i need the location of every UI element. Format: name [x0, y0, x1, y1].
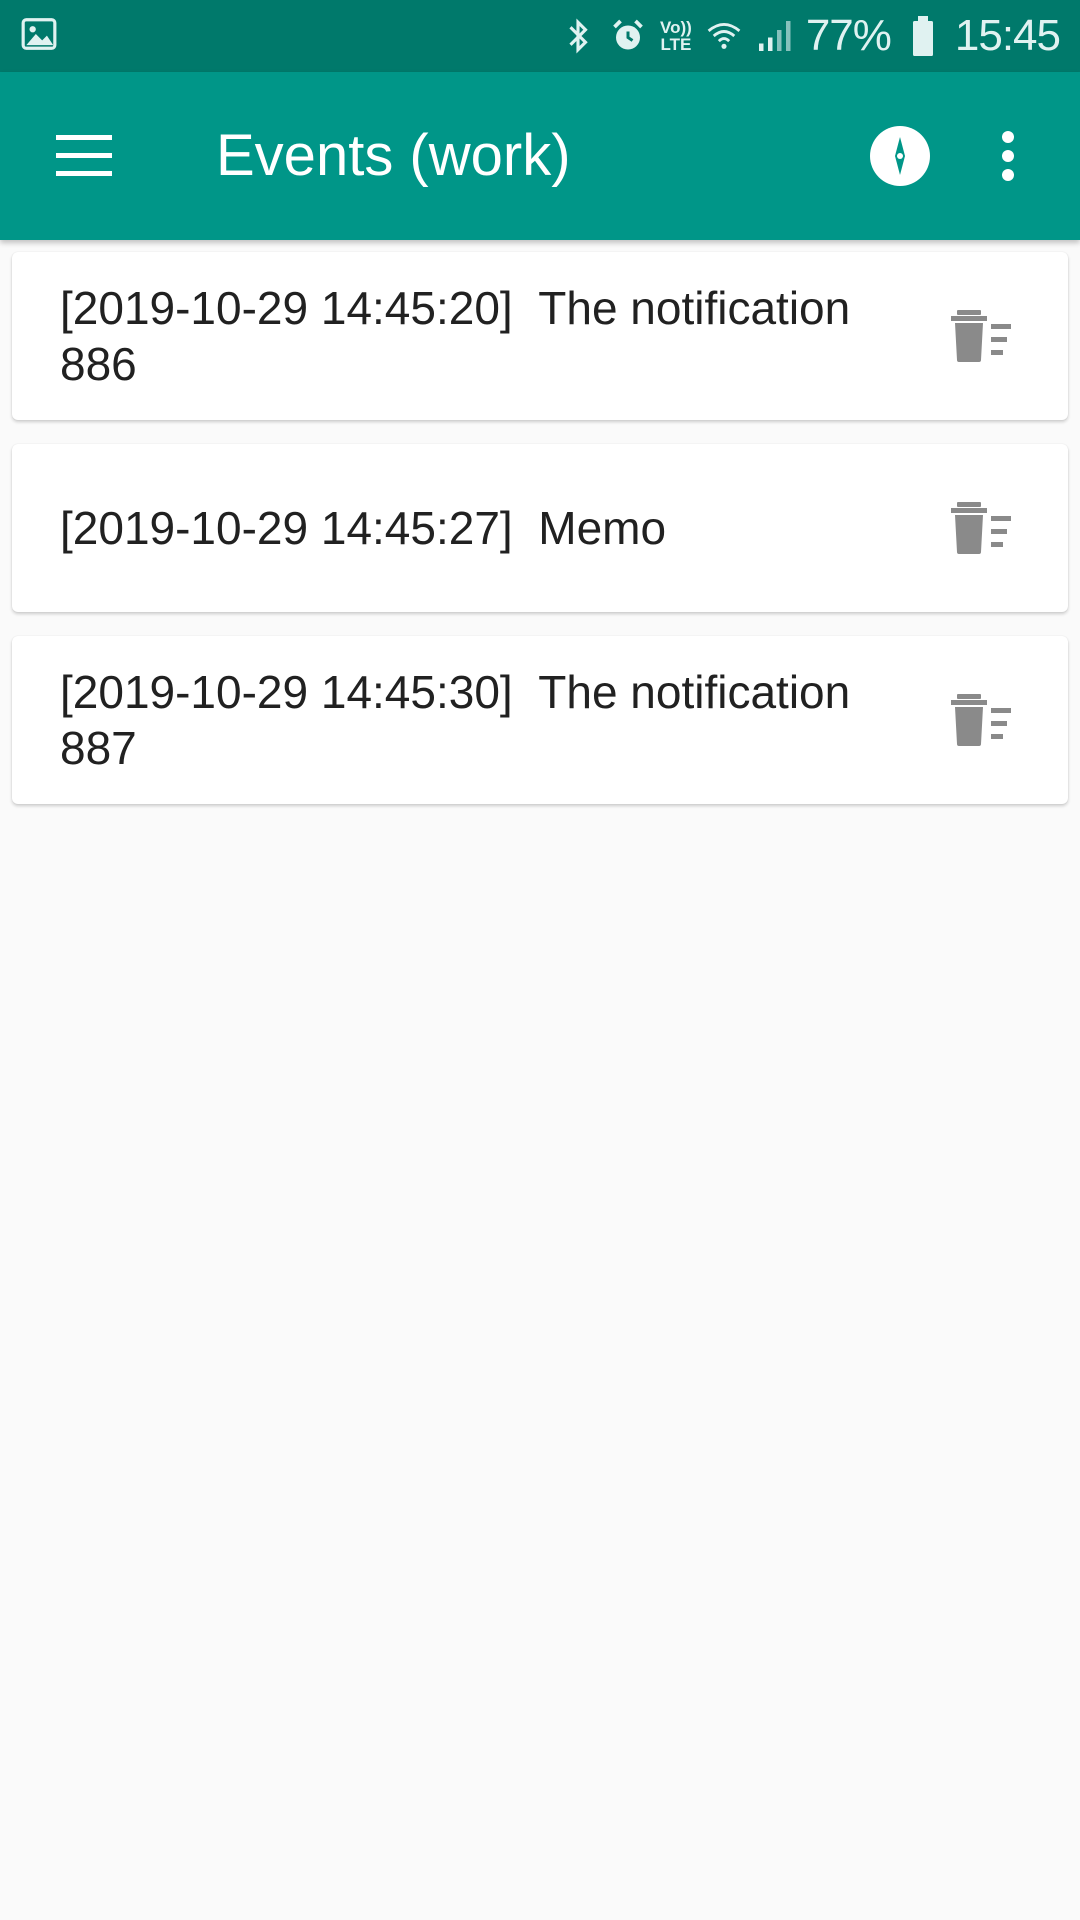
volte-icon: Vo)) LTE: [660, 18, 692, 54]
delete-sweep-icon[interactable]: [942, 296, 1022, 376]
gallery-icon: [20, 15, 58, 58]
event-text: [2019-10-29 14:45:30] The notification 8…: [60, 664, 920, 776]
app-bar: Events (work): [0, 72, 1080, 240]
more-vert-icon[interactable]: [968, 116, 1048, 196]
event-card[interactable]: [2019-10-29 14:45:20] The notification 8…: [12, 252, 1068, 420]
battery-percent: 77%: [805, 11, 892, 60]
delete-sweep-icon[interactable]: [942, 680, 1022, 760]
event-message: Memo: [538, 502, 667, 554]
bluetooth-icon: [560, 18, 596, 54]
event-timestamp: [2019-10-29 14:45:27]: [60, 502, 513, 554]
event-text: [2019-10-29 14:45:20] The notification 8…: [60, 280, 920, 392]
clock: 15:45: [954, 11, 1061, 60]
event-card[interactable]: [2019-10-29 14:45:27] Memo: [12, 444, 1068, 612]
event-card[interactable]: [2019-10-29 14:45:30] The notification 8…: [12, 636, 1068, 804]
compass-icon[interactable]: [860, 116, 940, 196]
menu-icon[interactable]: [40, 116, 128, 196]
event-timestamp: [2019-10-29 14:45:30]: [60, 666, 513, 718]
wifi-icon: [706, 18, 742, 54]
page-title: Events (work): [216, 123, 571, 188]
signal-icon: [756, 18, 792, 54]
alarm-icon: [610, 18, 646, 54]
event-timestamp: [2019-10-29 14:45:20]: [60, 282, 513, 334]
delete-sweep-icon[interactable]: [942, 488, 1022, 568]
event-list: [2019-10-29 14:45:20] The notification 8…: [12, 252, 1068, 828]
battery-icon: [905, 16, 941, 56]
event-text: [2019-10-29 14:45:27] Memo: [60, 500, 920, 556]
status-bar: Vo)) LTE 77% 15:45: [0, 0, 1080, 72]
